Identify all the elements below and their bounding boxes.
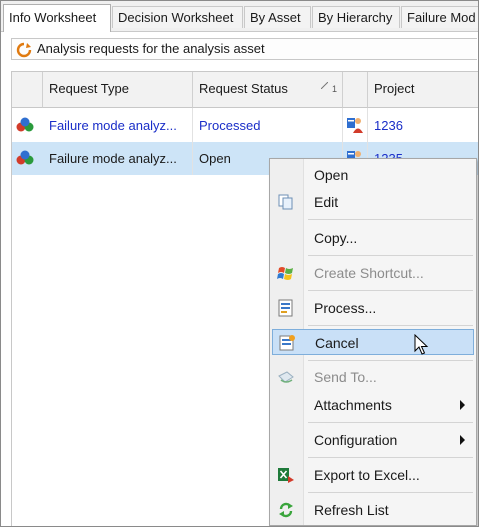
assigned-user-icon [347,118,363,133]
column-divider [192,108,193,175]
tab-info-worksheet[interactable]: Info Worksheet [3,4,111,32]
menu-separator [308,492,473,493]
menu-item-export-to-excel-label: Export to Excel... [314,467,420,483]
send-to-icon [278,371,294,383]
menu-item-open[interactable]: Open [272,162,474,188]
menu-item-cancel-label: Cancel [315,335,359,351]
header-assignee-icon-column[interactable] [343,72,368,108]
sort-ascending-icon [321,82,328,89]
header-icon-column[interactable] [12,72,43,108]
menu-item-edit-label: Edit [314,194,339,210]
window-frame: Info Worksheet Decision Worksheet By Ass… [0,0,479,527]
menu-item-configuration[interactable]: Configuration [272,427,474,453]
menu-item-process-label: Process... [314,300,377,316]
grid-caption-bar: Analysis requests for the analysis asset [11,38,477,60]
submenu-arrow-icon [460,400,465,410]
header-project[interactable]: Project [368,72,478,108]
edit-icon [278,194,293,210]
submenu-arrow-icon [460,435,465,445]
context-menu: Open Edit Copy... Create Shortcut... Pro… [269,158,477,526]
menu-item-edit[interactable]: Edit [272,189,474,215]
menu-item-attachments-label: Attachments [314,397,392,413]
cell-request-type: Failure mode analyz... [49,118,177,133]
windows-flag-icon [277,267,293,280]
menu-separator [308,255,473,256]
menu-item-create-shortcut[interactable]: Create Shortcut... [272,260,474,286]
menu-item-send-to[interactable]: Send To... [272,364,474,390]
menu-separator [308,422,473,423]
process-icon [278,299,293,317]
header-project-label: Project [374,81,415,96]
table-row[interactable]: Failure mode analyz... Processed 1236 [12,109,478,142]
menu-separator [308,219,473,220]
tab-failure-modes[interactable]: Failure Mod [401,6,478,28]
menu-item-export-to-excel[interactable]: Export to Excel... [272,462,474,488]
menu-item-refresh-list-label: Refresh List [314,502,389,518]
menu-item-attachments[interactable]: Attachments [272,392,474,418]
header-request-type-label: Request Type [49,81,129,96]
sort-order-number: 1 [331,84,337,94]
cell-request-type: Failure mode analyz... [49,151,177,166]
tab-by-hierarchy[interactable]: By Hierarchy [312,6,400,28]
tab-decision-worksheet[interactable]: Decision Worksheet [112,6,243,28]
menu-item-copy-label: Copy... [314,230,358,246]
menu-item-create-shortcut-label: Create Shortcut... [314,265,424,281]
excel-icon [278,468,294,483]
menu-item-copy[interactable]: Copy... [272,225,474,251]
menu-item-open-label: Open [314,167,349,183]
grid-caption-text: Analysis requests for the analysis asset [37,41,265,56]
header-request-status[interactable]: Request Status 1 [193,72,343,108]
menu-item-configuration-label: Configuration [314,432,398,448]
analysis-request-icon [16,42,32,58]
cancel-icon [279,335,295,351]
menu-separator [308,457,473,458]
menu-item-refresh-list[interactable]: Refresh List [272,497,474,523]
header-request-type[interactable]: Request Type [43,72,193,108]
menu-separator [308,325,473,326]
menu-item-cancel[interactable]: Cancel [272,329,474,355]
cell-request-status: Processed [199,118,261,133]
menu-item-send-to-label: Send To... [314,369,377,385]
failure-mode-request-icon [16,117,34,132]
tab-strip: Info Worksheet Decision Worksheet By Ass… [1,1,478,32]
menu-separator [308,360,473,361]
refresh-icon [279,502,293,518]
menu-item-process[interactable]: Process... [272,295,474,321]
menu-separator [308,290,473,291]
cell-project[interactable]: 1236 [368,109,478,142]
mouse-pointer-icon [414,334,429,355]
tab-by-asset[interactable]: By Asset [244,6,311,28]
failure-mode-request-icon [16,150,34,165]
header-request-status-label: Request Status [199,81,288,96]
